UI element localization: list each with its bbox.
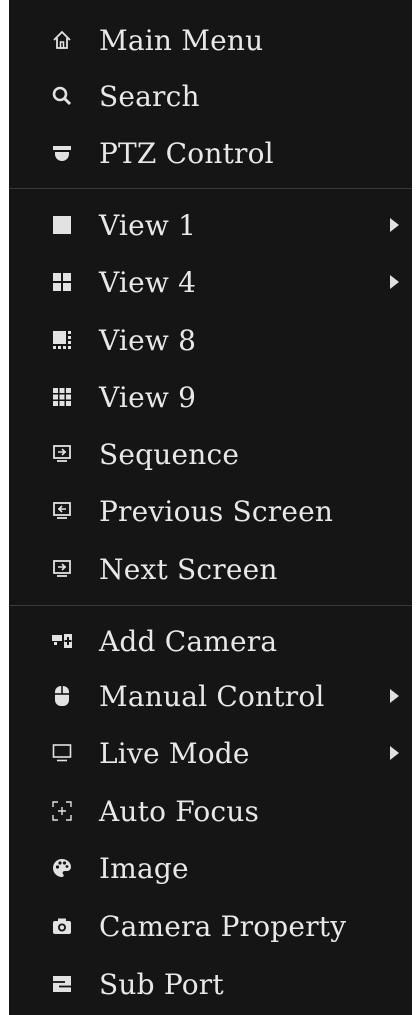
focus-icon bbox=[51, 800, 73, 822]
menu-item-label: Search bbox=[99, 79, 200, 113]
menu-item-auto-focus[interactable]: Auto Focus bbox=[9, 782, 412, 840]
search-icon bbox=[51, 85, 73, 107]
menu-item-add-camera[interactable]: Add Camera bbox=[9, 612, 412, 670]
ptz-dome-icon bbox=[51, 142, 73, 164]
menu-item-main-menu[interactable]: Main Menu bbox=[9, 11, 412, 69]
sequence-monitor-icon bbox=[51, 443, 73, 465]
sub-port-icon bbox=[51, 973, 73, 995]
menu-item-label: Auto Focus bbox=[99, 794, 260, 828]
submenu-arrow-icon bbox=[390, 275, 399, 289]
menu-item-label: Main Menu bbox=[99, 23, 264, 57]
submenu-arrow-icon bbox=[390, 689, 399, 703]
menu-item-sub-port[interactable]: Sub Port bbox=[9, 955, 412, 1013]
menu-item-camera-property[interactable]: Camera Property bbox=[9, 897, 412, 955]
context-menu: Main Menu Search PTZ Control View 1 View… bbox=[9, 0, 412, 1015]
menu-item-label: View 4 bbox=[99, 265, 197, 299]
menu-item-image[interactable]: Image bbox=[9, 839, 412, 897]
menu-item-label: Next Screen bbox=[99, 552, 278, 586]
menu-item-label: View 8 bbox=[99, 323, 197, 357]
menu-separator bbox=[9, 188, 412, 189]
previous-screen-icon bbox=[51, 500, 73, 522]
menu-item-label: Sequence bbox=[99, 437, 240, 471]
menu-item-live-mode[interactable]: Live Mode bbox=[9, 724, 412, 782]
menu-item-label: Live Mode bbox=[99, 736, 250, 770]
next-screen-icon bbox=[51, 558, 73, 580]
menu-item-label: Camera Property bbox=[99, 909, 347, 943]
menu-item-label: View 9 bbox=[99, 380, 197, 414]
menu-separator bbox=[9, 605, 412, 606]
view8-layout-icon bbox=[51, 329, 73, 351]
menu-item-label: Image bbox=[99, 851, 189, 885]
menu-item-view-8[interactable]: View 8 bbox=[9, 311, 412, 369]
menu-item-search[interactable]: Search bbox=[9, 67, 412, 125]
view9-layout-icon bbox=[51, 386, 73, 408]
camera-icon bbox=[51, 915, 73, 937]
menu-item-label: PTZ Control bbox=[99, 136, 274, 170]
menu-item-sequence[interactable]: Sequence bbox=[9, 425, 412, 483]
menu-item-next-screen[interactable]: Next Screen bbox=[9, 540, 412, 598]
menu-item-label: Previous Screen bbox=[99, 494, 334, 528]
view1-layout-icon bbox=[51, 214, 73, 236]
submenu-arrow-icon bbox=[390, 218, 399, 232]
menu-item-view-4[interactable]: View 4 bbox=[9, 253, 412, 311]
submenu-arrow-icon bbox=[390, 746, 399, 760]
view4-layout-icon bbox=[51, 271, 73, 293]
menu-item-label: Manual Control bbox=[99, 679, 325, 713]
menu-item-view-9[interactable]: View 9 bbox=[9, 368, 412, 426]
menu-item-ptz-control[interactable]: PTZ Control bbox=[9, 124, 412, 182]
mouse-icon bbox=[51, 685, 73, 707]
menu-item-label: Sub Port bbox=[99, 967, 224, 1001]
menu-item-previous-screen[interactable]: Previous Screen bbox=[9, 482, 412, 540]
palette-icon bbox=[51, 857, 73, 879]
monitor-outline-icon bbox=[51, 742, 73, 764]
menu-item-label: Add Camera bbox=[99, 624, 278, 658]
menu-item-label: View 1 bbox=[99, 208, 197, 242]
menu-item-view-1[interactable]: View 1 bbox=[9, 196, 412, 254]
menu-item-manual-control[interactable]: Manual Control bbox=[9, 667, 412, 725]
home-icon bbox=[51, 29, 73, 51]
add-camera-icon bbox=[51, 630, 73, 652]
